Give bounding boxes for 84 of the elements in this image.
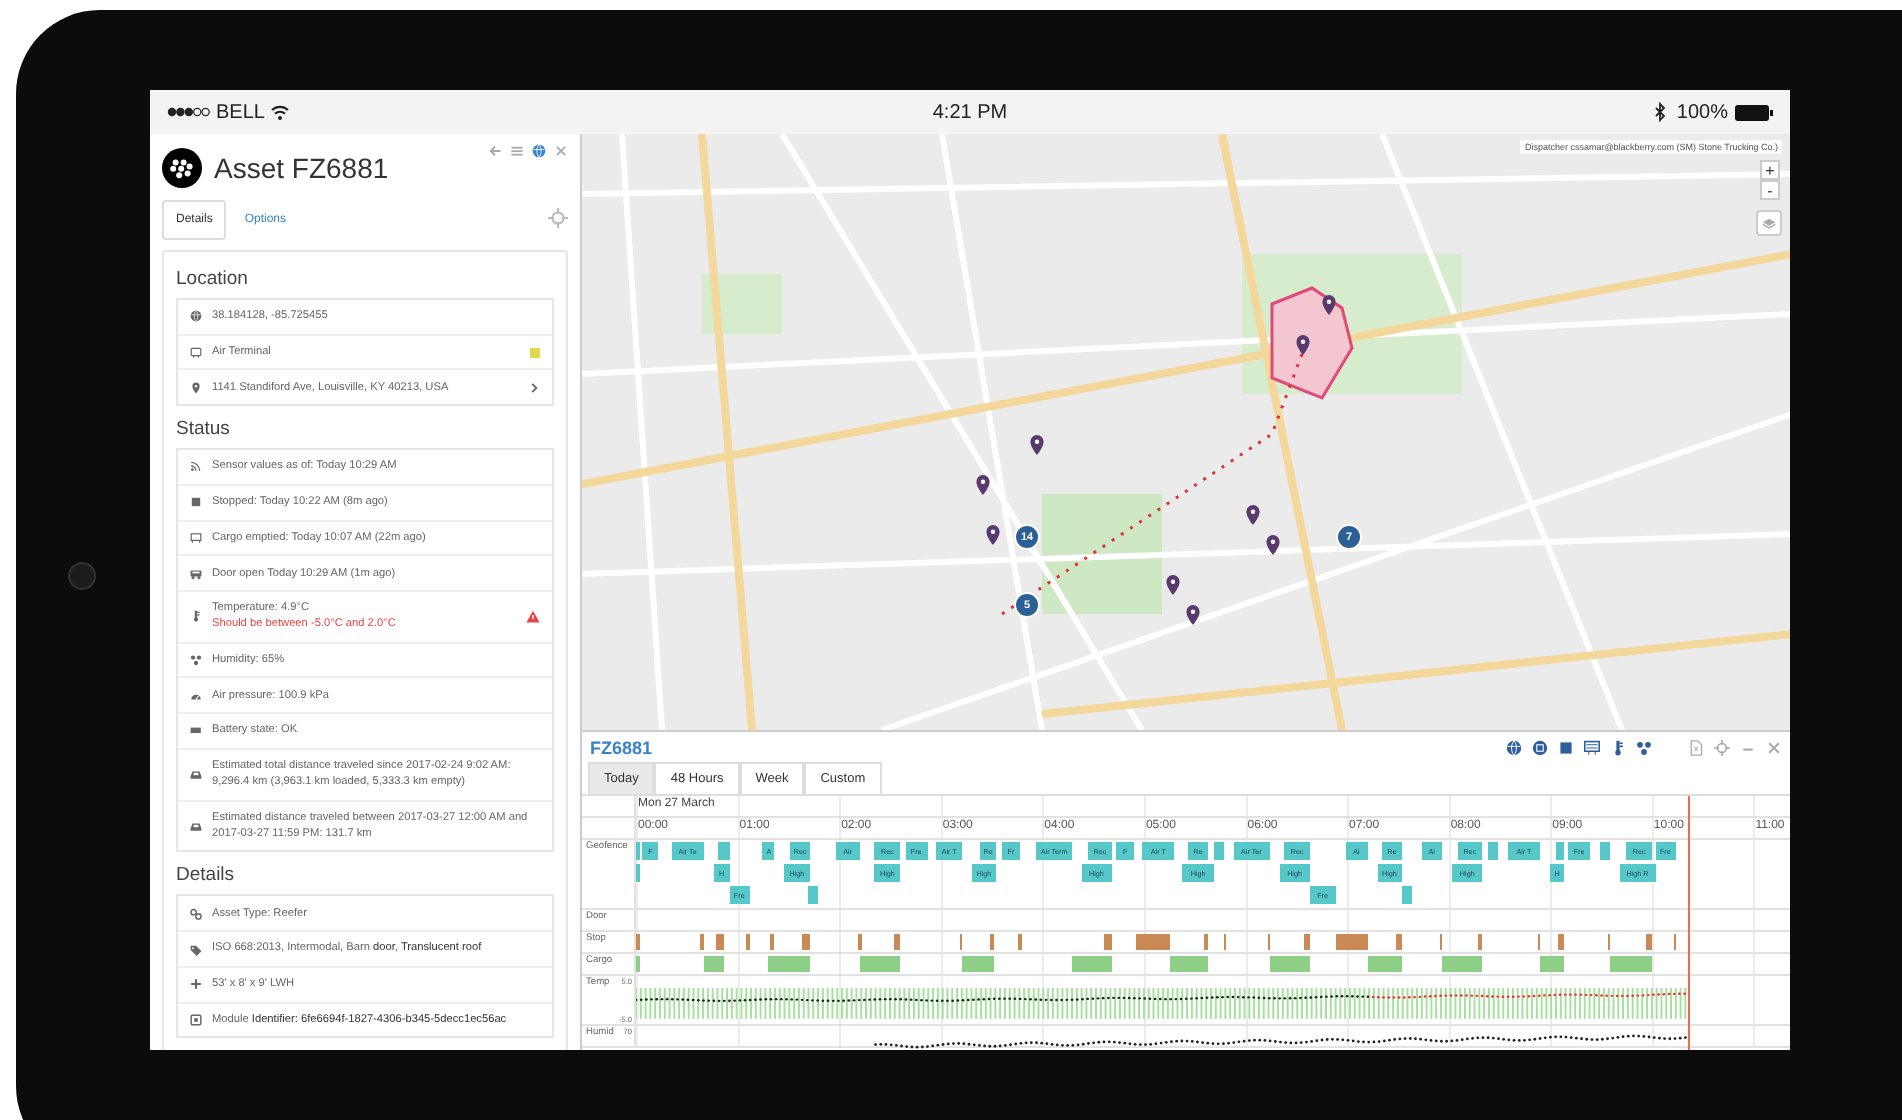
asset-title: Asset FZ6881 (214, 152, 389, 184)
geofence-block[interactable] (1599, 842, 1610, 860)
geofence-block[interactable] (1401, 886, 1412, 904)
chevron-icon[interactable] (528, 381, 540, 394)
tag-icon (190, 943, 202, 956)
map-pin-icon[interactable] (1262, 534, 1284, 556)
building-icon (190, 346, 202, 359)
section-title: Location (176, 268, 250, 290)
event-bar[interactable] (857, 934, 862, 950)
zoom-in-button[interactable]: + (1760, 160, 1780, 180)
globe-icon[interactable] (1506, 739, 1522, 755)
event-bar[interactable] (961, 956, 995, 972)
event-bar[interactable] (1441, 956, 1483, 972)
cogs-icon (190, 907, 202, 920)
event-bar[interactable] (1367, 956, 1402, 972)
map-pin-icon[interactable] (972, 474, 994, 496)
event-bar[interactable] (1135, 934, 1170, 950)
square-icon (190, 496, 202, 509)
droplets-icon (190, 654, 202, 667)
wifi-icon (270, 102, 291, 122)
car-icon (190, 820, 202, 833)
event-bar[interactable] (1335, 934, 1368, 950)
event-bar[interactable] (715, 934, 724, 950)
event-bar[interactable] (1477, 934, 1483, 950)
zoom-out-button[interactable]: - (1760, 180, 1780, 200)
event-bar[interactable] (1169, 956, 1209, 972)
event-bar[interactable] (801, 934, 811, 950)
signal-dots-icon (166, 106, 210, 118)
geofence-block[interactable] (1555, 842, 1564, 860)
car-icon (190, 768, 202, 781)
timeline-title: FZ6881 (590, 737, 653, 757)
map-pin-icon[interactable] (1026, 434, 1048, 456)
section-title: Details (176, 864, 237, 887)
geofence-block[interactable] (1213, 842, 1224, 860)
crosshair-icon[interactable] (548, 208, 568, 228)
event-bar[interactable] (1203, 934, 1209, 950)
event-bar[interactable] (769, 934, 774, 950)
truck-icon (190, 567, 202, 580)
square-icon[interactable] (1558, 739, 1574, 755)
event-bar[interactable] (859, 956, 901, 972)
warning-icon (526, 609, 540, 624)
geofence-block[interactable] (717, 842, 730, 860)
map-pin-icon[interactable] (1182, 604, 1204, 626)
globe-icon (190, 310, 202, 323)
event-bar[interactable] (893, 934, 901, 950)
bluetooth-icon (1650, 102, 1671, 122)
globe-icon[interactable] (532, 144, 546, 158)
cube-icon[interactable] (1532, 739, 1548, 755)
event-bar[interactable] (989, 934, 995, 950)
gauge-icon (190, 689, 202, 702)
list-icon[interactable] (510, 144, 524, 158)
event-bar[interactable] (768, 956, 811, 972)
event-bar[interactable] (703, 956, 725, 972)
back-arrow-icon[interactable] (488, 144, 502, 158)
section-title: Status (176, 418, 232, 441)
chip-icon (190, 1013, 202, 1026)
crosshair-icon[interactable] (1714, 739, 1730, 755)
map-pin-icon[interactable] (982, 524, 1004, 546)
signal-icon (190, 460, 202, 473)
map-pin-icon[interactable] (1242, 504, 1264, 526)
event-bar[interactable] (1609, 956, 1652, 972)
location-pin-icon (190, 381, 202, 394)
event-bar[interactable] (1071, 956, 1112, 972)
monitor-icon[interactable] (1584, 739, 1600, 755)
map-pin-icon[interactable] (1318, 294, 1340, 316)
layers-icon[interactable] (1756, 210, 1782, 236)
thermometer-icon[interactable] (1610, 739, 1626, 755)
close-icon[interactable] (1766, 739, 1782, 755)
geofence-block[interactable] (1487, 842, 1498, 860)
map-pin-icon[interactable] (1292, 334, 1314, 356)
home-button[interactable] (68, 562, 96, 590)
battery-icon (1734, 103, 1774, 121)
clock-time: 4:21 PM (932, 101, 1008, 123)
carrier-name: BELL (216, 101, 265, 123)
logo-icon (162, 148, 202, 188)
map-pin-icon[interactable] (1162, 574, 1184, 596)
export-icon[interactable] (1688, 739, 1704, 755)
close-icon[interactable] (554, 144, 568, 158)
cargo-icon (190, 531, 202, 544)
thermometer-icon (190, 610, 202, 623)
droplets-icon[interactable] (1636, 739, 1652, 755)
battery-percent: 100% (1676, 101, 1728, 123)
plus-icon (190, 978, 202, 991)
event-bar[interactable] (1645, 934, 1652, 950)
